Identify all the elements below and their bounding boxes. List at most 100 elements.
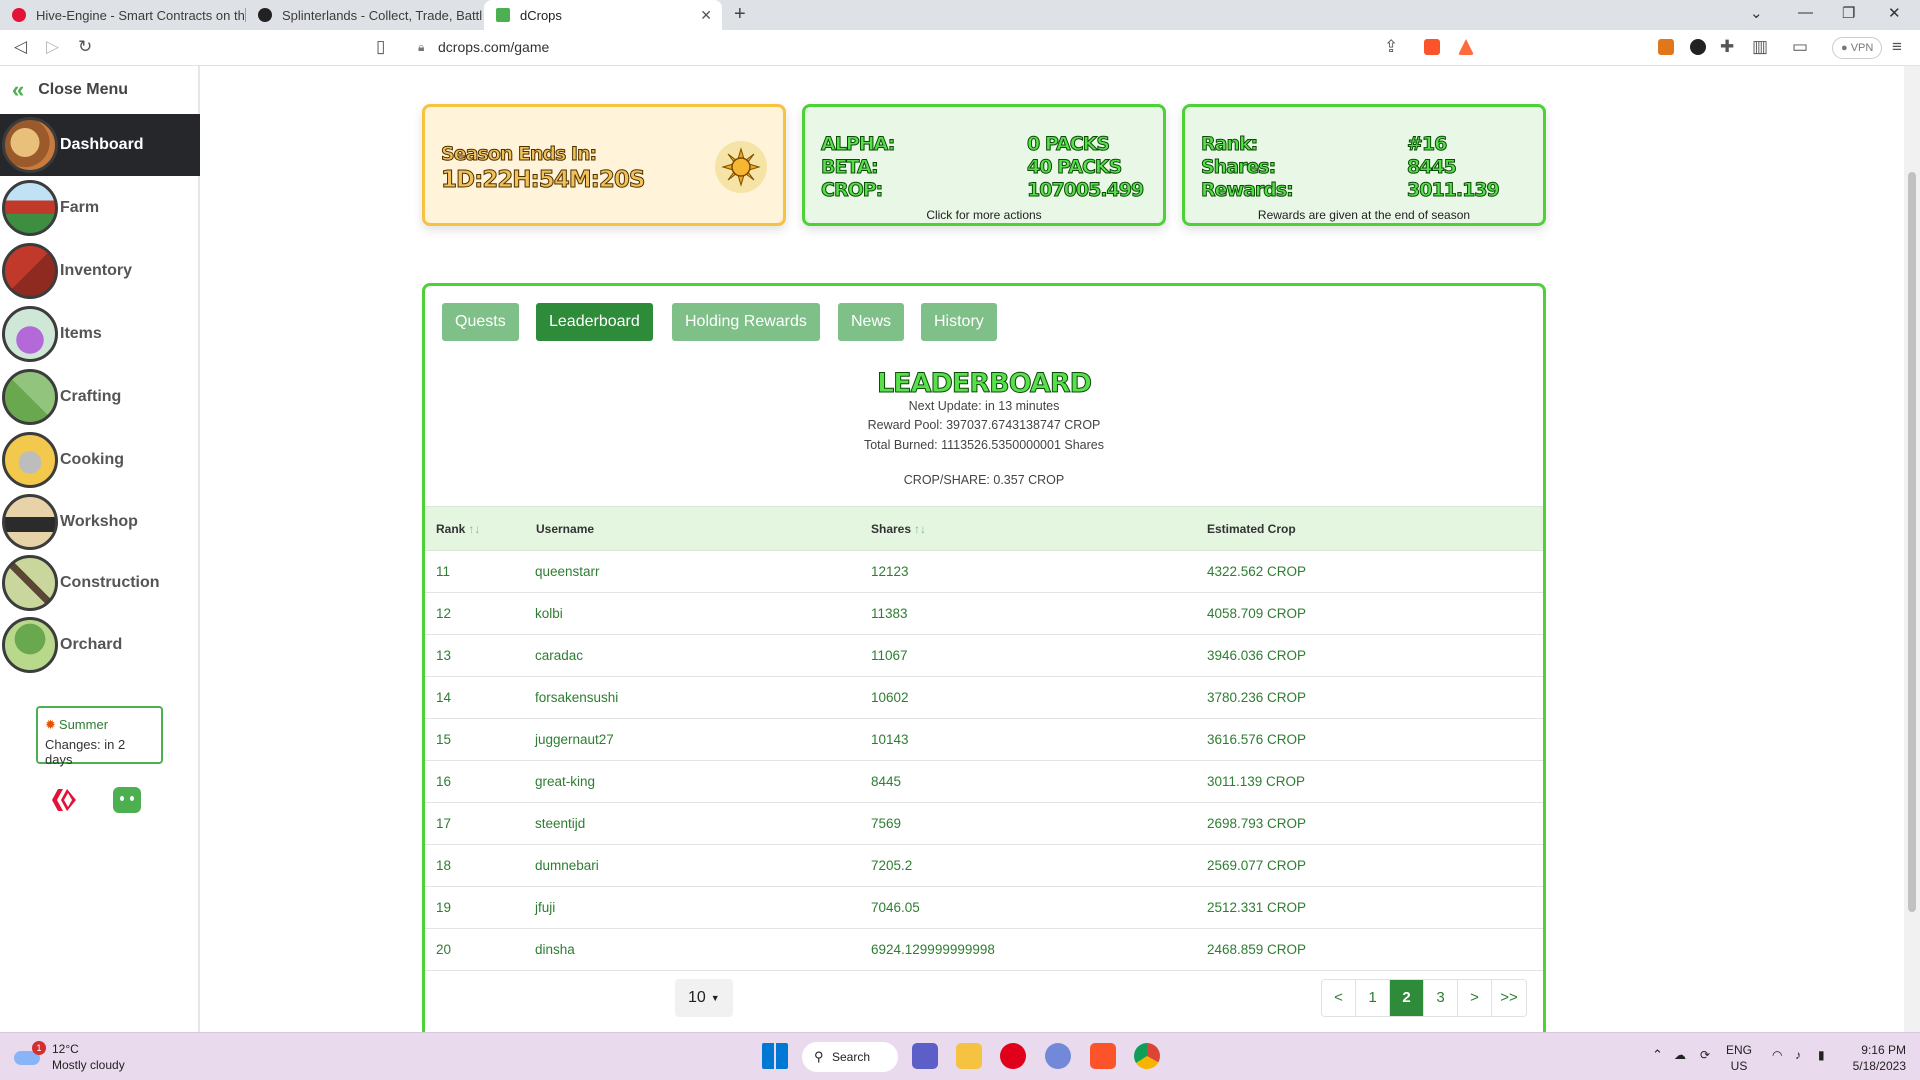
page-1-button[interactable]: 1 [1356, 980, 1390, 1016]
bookmark-icon[interactable]: ▯ [376, 37, 385, 57]
sidebar-item-cooking[interactable]: Cooking [0, 429, 200, 491]
username-cell[interactable]: steentijd [535, 802, 871, 845]
reload-icon[interactable]: ↻ [78, 37, 92, 57]
rank-column-header[interactable]: Rank ↑↓ [425, 506, 535, 551]
brave-rewards-icon[interactable] [1458, 39, 1474, 55]
packs-caption: Click for more actions [926, 208, 1042, 222]
username-cell[interactable]: great-king [535, 760, 871, 803]
sidebar-item-dashboard[interactable]: Dashboard [0, 114, 200, 176]
last-page-button[interactable]: >> [1492, 980, 1526, 1016]
barn-icon [2, 180, 58, 236]
tab-search-icon[interactable]: ⌄ [1750, 4, 1763, 22]
page-3-button[interactable]: 3 [1424, 980, 1458, 1016]
windows-start-icon[interactable] [762, 1043, 788, 1069]
leaderboard-panel: Quests Leaderboard Holding Rewards News … [422, 283, 1546, 1043]
brave-taskbar-icon[interactable] [1090, 1043, 1116, 1069]
next-page-button[interactable]: > [1458, 980, 1492, 1016]
windows-taskbar: 1 12°C Mostly cloudy ⚲ Search ⌃ ☁ ⟳ ENG … [0, 1032, 1920, 1080]
tab-leaderboard[interactable]: Leaderboard [536, 303, 653, 341]
estimated-crop-cell: 4322.562 CROP [1207, 550, 1543, 593]
volume-icon[interactable]: ♪ [1795, 1047, 1801, 1063]
battery-icon[interactable]: ▮ [1818, 1047, 1825, 1063]
back-icon[interactable]: ◁ [14, 37, 27, 57]
total-burned-text: Total Burned: 1113526.5350000001 Shares [863, 438, 1104, 452]
season-name: Summer [58, 717, 109, 732]
teams-icon[interactable] [912, 1043, 938, 1069]
shares-cell: 8445 [871, 760, 1207, 803]
sort-icon: ↑↓ [914, 521, 927, 536]
page-2-button[interactable]: 2 [1390, 980, 1424, 1016]
sidebar-item-farm[interactable]: Farm [0, 177, 200, 239]
packs-card[interactable]: ALPHA: 0 PACKS BETA: 40 PACKS CROP: 1070… [802, 104, 1166, 226]
tab-title: Hive-Engine - Smart Contracts on the [36, 7, 245, 23]
menu-icon[interactable]: ≡ [1892, 37, 1902, 57]
discord-taskbar-icon[interactable] [1045, 1043, 1071, 1069]
file-explorer-icon[interactable] [956, 1043, 982, 1069]
discord-icon[interactable] [113, 787, 141, 813]
page-size-select[interactable]: 10 ▼ [675, 979, 733, 1017]
wifi-icon[interactable]: ◠ [1772, 1047, 1782, 1063]
forward-icon[interactable]: ▷ [46, 37, 59, 57]
username-cell[interactable]: forsakensushi [535, 676, 871, 719]
weather-widget[interactable]: 1 12°C Mostly cloudy [14, 1041, 125, 1073]
shares-column-header[interactable]: Shares ↑↓ [871, 506, 1207, 551]
sidebar-item-label: Farm [60, 199, 100, 216]
username-cell[interactable]: juggernaut27 [535, 718, 871, 761]
username-cell[interactable]: caradac [535, 634, 871, 677]
username-cell[interactable]: kolbi [535, 592, 871, 635]
chevron-up-icon[interactable]: ⌃ [1652, 1047, 1663, 1063]
close-menu-button[interactable]: « Close Menu [12, 77, 128, 102]
sidebar-item-items[interactable]: Items [0, 303, 200, 365]
tab-history[interactable]: History [921, 303, 997, 341]
brave-shields-icon[interactable] [1424, 39, 1440, 55]
browser-tab-splinterlands[interactable]: Splinterlands - Collect, Trade, Battle! [246, 0, 482, 30]
crop-per-share-text: CROP/SHARE: 0.357 CROP [903, 473, 1065, 487]
scrollbar-thumb[interactable] [1908, 172, 1916, 912]
rank-card: Rank: #16 Shares: 8445 Rewards: 3011.139… [1182, 104, 1546, 226]
tab-quests[interactable]: Quests [442, 303, 519, 341]
sync-icon[interactable]: ⟳ [1700, 1047, 1710, 1063]
sidebar-toggle-icon[interactable]: ▥ [1752, 37, 1768, 57]
beta-value: 40 PACKS [1026, 156, 1122, 179]
sidebar-item-label: Inventory [60, 262, 133, 279]
wallet-icon[interactable]: ▭ [1792, 37, 1808, 57]
minimize-icon[interactable]: — [1798, 4, 1813, 21]
page-scrollbar[interactable] [1904, 66, 1920, 1032]
sidebar-item-inventory[interactable]: Inventory [0, 240, 200, 302]
browser-tab-hive-engine[interactable]: Hive-Engine - Smart Contracts on the [0, 0, 245, 30]
new-tab-icon[interactable]: + [734, 3, 746, 26]
sidebar-item-workshop[interactable]: Workshop [0, 491, 200, 553]
language-indicator[interactable]: ENG US [1726, 1042, 1752, 1074]
tab-holding-rewards[interactable]: Holding Rewards [672, 303, 820, 341]
chrome-icon[interactable] [1134, 1043, 1160, 1069]
extension-icon[interactable] [1690, 39, 1706, 55]
sidebar-item-orchard[interactable]: Orchard [0, 614, 200, 676]
rank-value: #16 [1406, 133, 1447, 156]
table-row: 17 steentijd 7569 2698.793 CROP [425, 802, 1543, 845]
clock[interactable]: 9:16 PM 5/18/2023 [1846, 1042, 1906, 1074]
username-cell[interactable]: dinsha [535, 928, 871, 971]
close-tab-icon[interactable]: ✕ [700, 7, 712, 24]
close-window-icon[interactable]: ✕ [1888, 4, 1901, 22]
taskbar-search[interactable]: ⚲ Search [802, 1042, 898, 1072]
prev-page-button[interactable]: < [1322, 980, 1356, 1016]
onedrive-icon[interactable]: ☁ [1674, 1047, 1686, 1063]
username-cell[interactable]: jfuji [535, 886, 871, 929]
sidebar-item-label: Workshop [60, 513, 138, 530]
username-cell[interactable]: queenstarr [535, 550, 871, 593]
tab-news[interactable]: News [838, 303, 905, 341]
sidebar-item-crafting[interactable]: Crafting [0, 366, 200, 428]
sidebar-item-construction[interactable]: Construction [0, 552, 200, 614]
potion-icon [2, 306, 58, 362]
hive-logo-icon[interactable] [50, 786, 78, 814]
vpn-button[interactable]: ● VPN [1832, 37, 1883, 59]
browser-tab-dcrops[interactable]: dCrops ✕ [484, 0, 722, 30]
share-icon[interactable]: ⇪ [1384, 37, 1398, 57]
address-bar[interactable]: dcrops.com/game [438, 39, 549, 55]
extensions-puzzle-icon[interactable]: ✚ [1720, 37, 1734, 57]
restore-icon[interactable]: ❐ [1842, 4, 1855, 22]
vpn-label: VPN [1850, 42, 1874, 54]
opera-icon[interactable] [1000, 1043, 1026, 1069]
username-cell[interactable]: dumnebari [535, 844, 871, 887]
metamask-icon[interactable] [1658, 39, 1674, 55]
